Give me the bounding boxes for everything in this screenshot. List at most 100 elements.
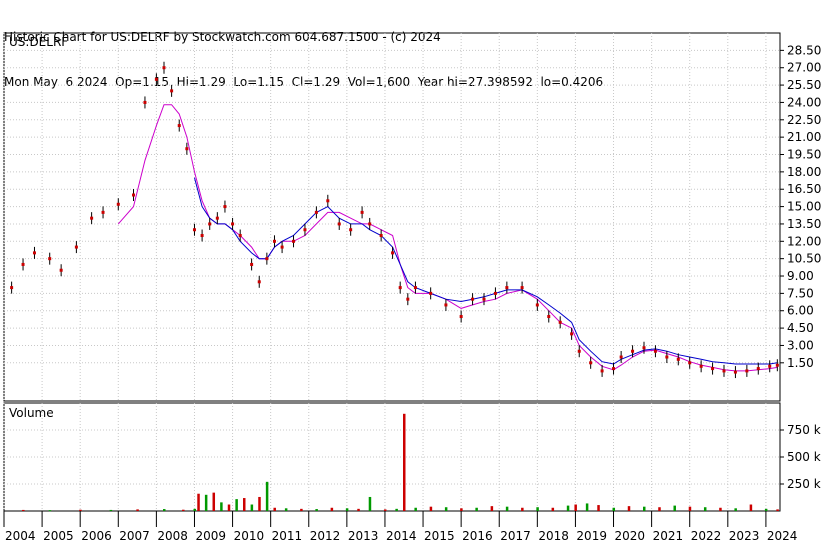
volume-bar [284, 508, 288, 511]
volume-bar [490, 506, 494, 511]
price-point [577, 349, 581, 353]
volume-tick-label: 500 k [787, 450, 821, 464]
price-point [520, 286, 524, 290]
price-point [326, 199, 330, 203]
volume-bar [212, 492, 216, 511]
volume-bar [536, 507, 539, 511]
price-point [642, 346, 646, 350]
volume-bar [749, 504, 753, 511]
price-point [558, 320, 562, 324]
year-tick-label: 2013 [348, 529, 379, 543]
price-point [177, 124, 181, 128]
price-point [215, 216, 219, 220]
price-point [756, 367, 760, 371]
year-tick-label: 2009 [195, 529, 226, 543]
volume-bar [764, 508, 768, 511]
price-tick-label: 16.50 [787, 182, 821, 196]
year-tick-label: 2015 [424, 529, 455, 543]
volume-panel-frame [3, 402, 781, 512]
price-point [101, 210, 105, 214]
price-point [185, 147, 189, 151]
volume-bar [315, 509, 318, 511]
price-point [631, 349, 635, 353]
volume-bar [109, 509, 113, 511]
volume-panel-title: Volume [9, 406, 54, 420]
price-point [459, 315, 463, 319]
volume-bar [258, 496, 261, 511]
volume-bar [163, 509, 166, 511]
price-point [59, 268, 63, 272]
price-point [257, 280, 261, 284]
price-tick-label: 12.00 [787, 234, 821, 248]
price-point [471, 297, 475, 301]
year-tick-label: 2022 [691, 529, 722, 543]
volume-bar [22, 509, 25, 511]
volume-tick-label: 250 k [787, 477, 821, 491]
price-point [21, 262, 25, 266]
volume-bar [395, 508, 398, 511]
price-point [505, 286, 509, 290]
year-tick-label: 2021 [653, 529, 684, 543]
price-point [368, 222, 372, 226]
price-point [722, 369, 726, 373]
volume-tick-label: 750 k [787, 423, 821, 437]
price-tick-label: 18.00 [787, 165, 821, 179]
volume-bar [643, 506, 646, 511]
price-point [32, 251, 36, 255]
price-point [132, 193, 136, 197]
price-point [711, 367, 715, 371]
price-tick-label: 13.50 [787, 217, 821, 231]
price-point [429, 291, 433, 295]
price-point [231, 222, 235, 226]
price-tick-label: 27.00 [787, 61, 821, 75]
price-point [688, 361, 692, 365]
price-point [547, 315, 551, 319]
price-point [90, 216, 94, 220]
year-tick-label: 2016 [462, 529, 493, 543]
volume-bar [197, 493, 200, 511]
price-point [238, 234, 242, 238]
volume-bar [475, 507, 478, 511]
price-panel-title: US:DELRF [9, 35, 68, 49]
price-point [398, 286, 402, 290]
volume-bar [204, 494, 208, 511]
price-point [535, 303, 539, 307]
price-tick-label: 25.50 [787, 78, 821, 92]
price-point [303, 228, 307, 232]
price-point [653, 349, 657, 353]
volume-bar [688, 506, 692, 511]
volume-bar [521, 507, 524, 511]
year-tick-label: 2008 [157, 529, 188, 543]
price-point [406, 297, 410, 301]
price-point [314, 210, 318, 214]
price-point [745, 369, 749, 373]
price-tick-label: 4.50 [787, 321, 814, 335]
volume-bar [703, 507, 707, 511]
price-point [482, 297, 486, 301]
price-tick-label: 9.00 [787, 269, 814, 283]
price-tick-label: 15.00 [787, 200, 821, 214]
year-tick-label: 2007 [119, 529, 150, 543]
price-point [208, 222, 212, 226]
volume-bar [414, 507, 417, 511]
price-volume-chart: 28.50 27.00 25.50 24.00 22.50 21.00 19.50 18.00… [3, 32, 821, 543]
price-point [665, 355, 669, 359]
volume-bar [551, 507, 555, 511]
price-point [379, 234, 383, 238]
price-tick-label: 24.00 [787, 95, 821, 109]
price-tick-label: 7.50 [787, 286, 814, 300]
price-point [619, 355, 623, 359]
price-tick-label: 1.50 [787, 356, 814, 370]
volume-bar [136, 509, 139, 511]
volume-bar [368, 496, 372, 511]
volume-bar [220, 502, 223, 511]
volume-bar [597, 505, 600, 511]
price-point [493, 291, 497, 295]
price-point [768, 364, 772, 368]
price-point [360, 210, 364, 214]
price-point [444, 303, 448, 307]
price-point [775, 363, 779, 367]
volume-bar [345, 508, 349, 511]
volume-bar [776, 509, 779, 511]
price-tick-label: 10.50 [787, 252, 821, 266]
